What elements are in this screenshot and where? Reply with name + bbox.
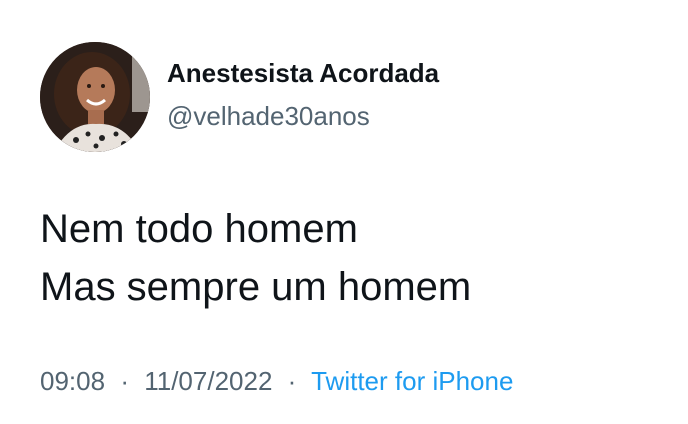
tweet-time[interactable]: 09:08 <box>40 366 105 396</box>
display-name[interactable]: Anestesista Acordada <box>167 58 439 89</box>
avatar[interactable] <box>40 42 150 152</box>
tweet-source-link[interactable]: Twitter for iPhone <box>311 366 513 396</box>
profile-photo-icon <box>40 42 150 152</box>
tweet-line: Mas sempre um homem <box>40 265 472 309</box>
tweet-text: Nem todo homem Mas sempre um homem <box>40 200 471 316</box>
meta-separator: · <box>287 366 297 396</box>
meta-separator: · <box>120 366 129 396</box>
user-handle[interactable]: @velhade30anos <box>167 101 370 132</box>
tweet-line: Nem todo homem <box>40 207 358 251</box>
tweet-card: Anestesista Acordada @velhade30anos Nem … <box>0 0 688 424</box>
tweet-meta: 09:08 · 11/07/2022 · Twitter for iPhone <box>40 366 513 397</box>
tweet-date[interactable]: 11/07/2022 <box>144 366 272 396</box>
